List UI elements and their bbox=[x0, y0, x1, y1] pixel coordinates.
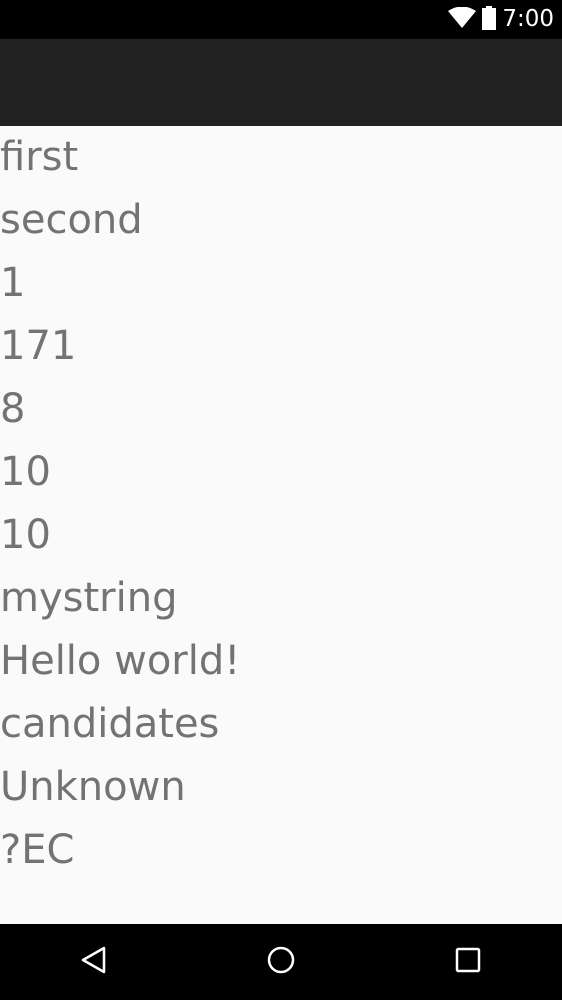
home-icon bbox=[266, 945, 296, 979]
list-item[interactable]: 10 bbox=[0, 441, 562, 504]
action-bar bbox=[0, 39, 562, 126]
status-bar: 7:00 bbox=[0, 0, 562, 39]
status-time: 7:00 bbox=[502, 6, 554, 32]
list-item[interactable]: second bbox=[0, 189, 562, 252]
recents-icon bbox=[454, 946, 482, 978]
list-item[interactable]: ?EC bbox=[0, 819, 562, 882]
list-item[interactable]: candidates bbox=[0, 693, 562, 756]
list-item[interactable]: Hello world! bbox=[0, 630, 562, 693]
list-item[interactable]: first bbox=[0, 126, 562, 189]
back-button[interactable] bbox=[44, 924, 144, 1000]
list-item[interactable]: 171 bbox=[0, 315, 562, 378]
wifi-icon bbox=[448, 6, 477, 33]
navigation-bar bbox=[0, 924, 562, 1000]
list-item[interactable]: 10 bbox=[0, 504, 562, 567]
status-icons: 7:00 bbox=[448, 0, 554, 39]
list-item[interactable]: mystring bbox=[0, 567, 562, 630]
battery-icon bbox=[482, 5, 497, 34]
string-list: first second 1 171 8 10 10 mystring Hell… bbox=[0, 126, 562, 882]
content-area: first second 1 171 8 10 10 mystring Hell… bbox=[0, 126, 562, 924]
back-icon bbox=[79, 945, 109, 979]
list-item[interactable]: 8 bbox=[0, 378, 562, 441]
list-item[interactable]: Unknown bbox=[0, 756, 562, 819]
home-button[interactable] bbox=[231, 924, 331, 1000]
list-item[interactable]: 1 bbox=[0, 252, 562, 315]
recents-button[interactable] bbox=[418, 924, 518, 1000]
